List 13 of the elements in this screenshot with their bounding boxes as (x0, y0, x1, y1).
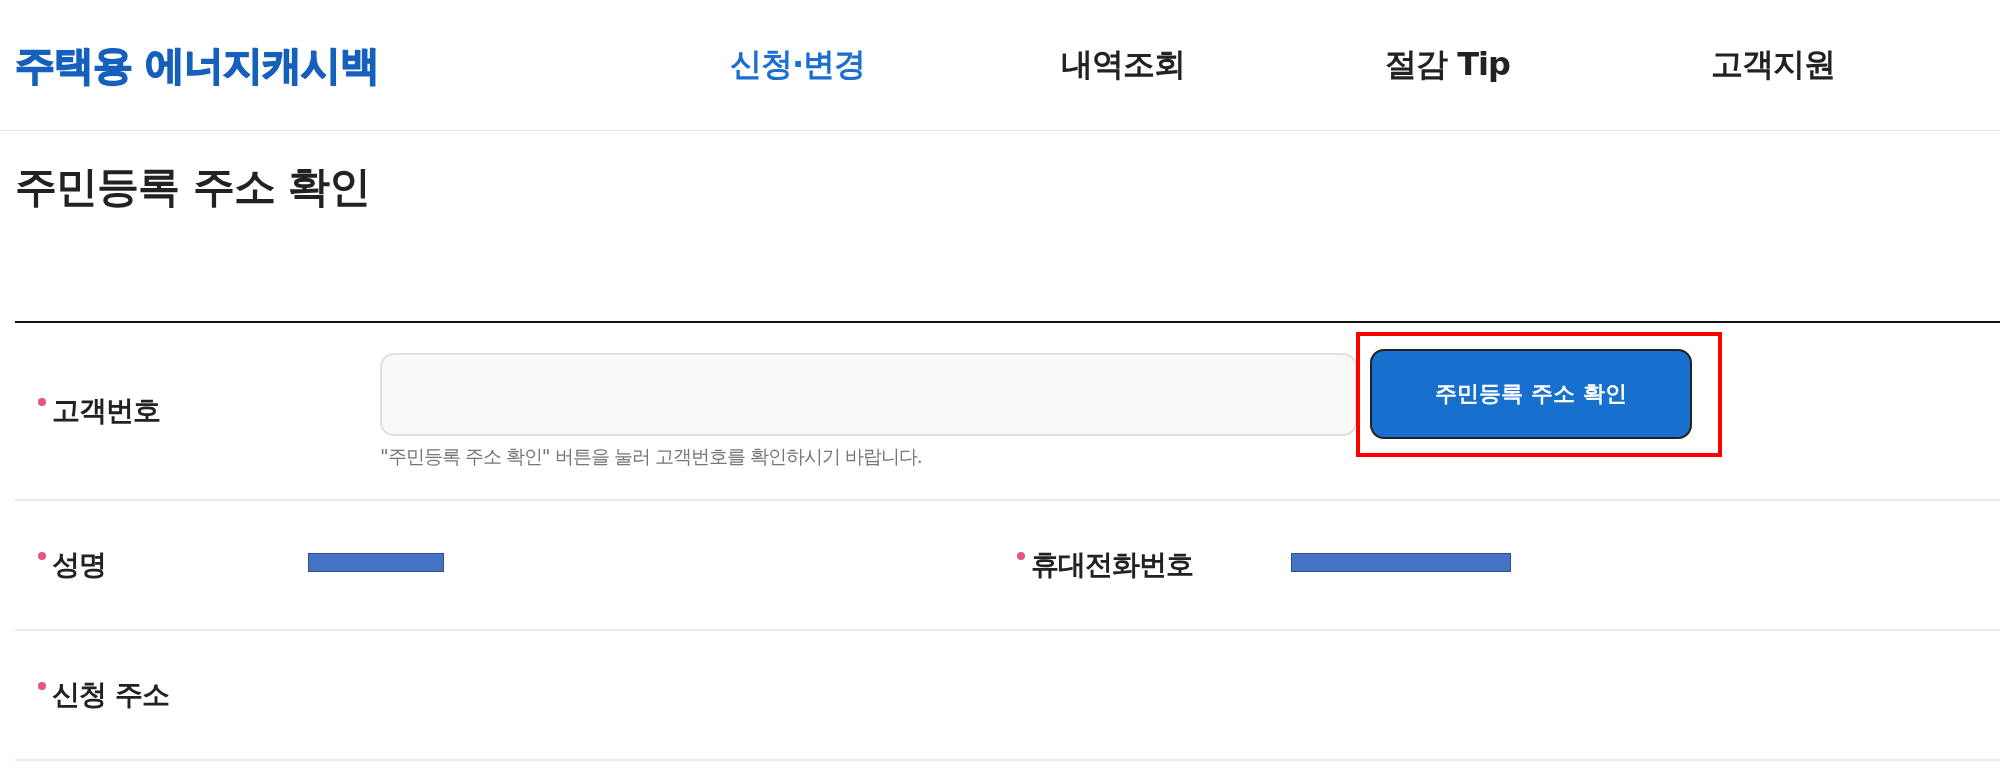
nav-link[interactable]: 신청·변경 (635, 43, 960, 87)
field-label: 휴대전화번호 (1030, 547, 1193, 583)
field-label: 고객번호 (52, 393, 160, 429)
page-title: 주민등록 주소 확인 (14, 161, 372, 213)
field-label: 성명 (52, 547, 106, 583)
hint-text: "주민등록 주소 확인" 버튼을 눌러 고객번호를 확인하시기 바랍니다. (380, 443, 923, 469)
input-field[interactable] (380, 352, 1357, 436)
nav-link[interactable]: 절감 Tip (1285, 43, 1610, 87)
confirm-button[interactable]: 주민등록 주소 확인 (1370, 348, 1692, 439)
field-label: 신청 주소 (52, 677, 169, 713)
site-logo[interactable]: 주택용 에너지캐시백 (0, 37, 635, 93)
nav-link[interactable]: 고객지원 (1610, 43, 1935, 87)
nav-link[interactable]: 내역조회 (960, 43, 1285, 87)
